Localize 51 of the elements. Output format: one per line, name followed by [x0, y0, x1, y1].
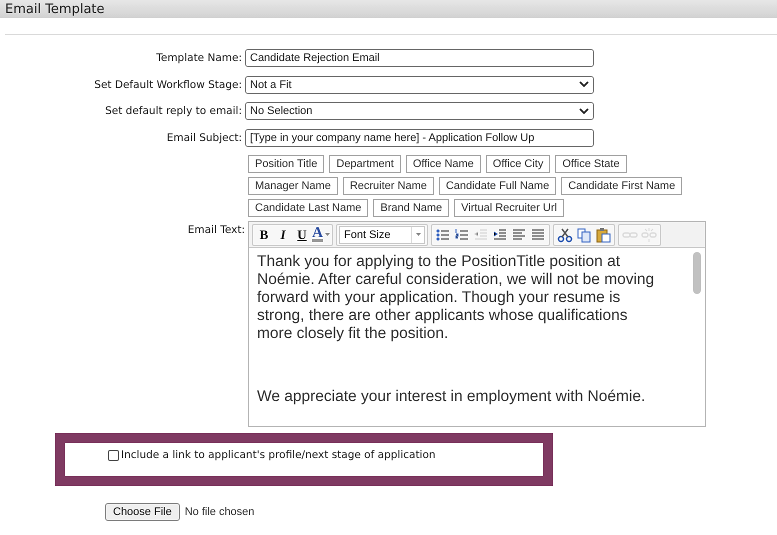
dropdown[interactable]: Not a Fit: [245, 76, 594, 94]
placeholder-tag-button[interactable]: Office Name: [406, 155, 481, 173]
paste-icon: [595, 226, 611, 242]
italic-button[interactable]: I: [274, 226, 292, 244]
indent-icon: [492, 226, 508, 242]
field-label: Set Default Workflow Stage:: [93, 78, 243, 90]
placeholder-tag-button[interactable]: Candidate Last Name: [248, 199, 368, 217]
copy-button[interactable]: [575, 226, 593, 244]
field-label: Email Subject:: [166, 132, 243, 144]
justify-icon: [530, 226, 546, 242]
placeholder-tag-button[interactable]: Virtual Recruiter Url: [454, 199, 564, 217]
placeholder-tag-button[interactable]: Office City: [486, 155, 550, 173]
field-label: Email Text:: [186, 223, 246, 236]
underline-button[interactable]: U: [293, 226, 311, 244]
choose-file-button[interactable]: Choose File: [105, 503, 180, 521]
text-color-button[interactable]: A: [312, 226, 330, 244]
scissors-icon: [557, 226, 573, 242]
numbered-list-icon: [454, 226, 470, 242]
placeholder-tag-button[interactable]: Manager Name: [248, 177, 338, 195]
window-title: Email Template: [5, 2, 105, 17]
file-status: No file chosen: [184, 506, 254, 518]
caret-icon: [324, 233, 330, 236]
email-body-paragraph: Thank you for applying to the PositionTitle position at Noémie. After careful consideration, we will not be moving forward with your application. Though your resume is strong, there are other applicants whose qualifications more closely fit the position.: [257, 253, 656, 343]
bold-button[interactable]: B: [255, 226, 273, 244]
rich-text-editor[interactable]: [248, 221, 706, 427]
caret-icon: [416, 233, 420, 236]
checkbox-label[interactable]: Include a link to applicant's profile/next stage of application: [121, 449, 436, 461]
chevron-down-icon: [579, 81, 589, 88]
broken-link-icon: [641, 226, 657, 242]
checkbox[interactable]: [108, 450, 119, 460]
placeholder-tag-button[interactable]: Position Title: [248, 155, 324, 173]
placeholder-tag-button[interactable]: Office State: [555, 155, 627, 173]
dropdown[interactable]: No Selection: [245, 102, 594, 120]
align-left-icon: [511, 226, 527, 242]
outdent-icon: [473, 226, 489, 242]
placeholder-tag-button[interactable]: Candidate First Name: [561, 177, 682, 195]
placeholder-tag-button[interactable]: Department: [329, 155, 401, 173]
placeholder-tag-button[interactable]: Recruiter Name: [342, 177, 434, 195]
cut-button[interactable]: [556, 226, 574, 244]
field-label: Set default reply to email:: [104, 105, 243, 117]
paste-button[interactable]: [594, 226, 612, 244]
copy-icon: [576, 226, 592, 242]
bulleted-list-icon: [435, 226, 451, 242]
font-size-dropdown[interactable]: Font Size: [339, 226, 425, 244]
placeholder-tag-button[interactable]: Candidate Full Name: [438, 177, 556, 195]
placeholder-tag-button[interactable]: Brand Name: [373, 199, 450, 217]
text-field[interactable]: [Type in your company name here] - Application Follow Up: [245, 128, 594, 146]
text-field[interactable]: Candidate Rejection Email: [245, 49, 594, 67]
chevron-down-icon: [579, 108, 589, 114]
field-label: Template Name:: [155, 52, 243, 64]
email-body-paragraph: We appreciate your interest in employment with Noémie.: [257, 388, 646, 406]
